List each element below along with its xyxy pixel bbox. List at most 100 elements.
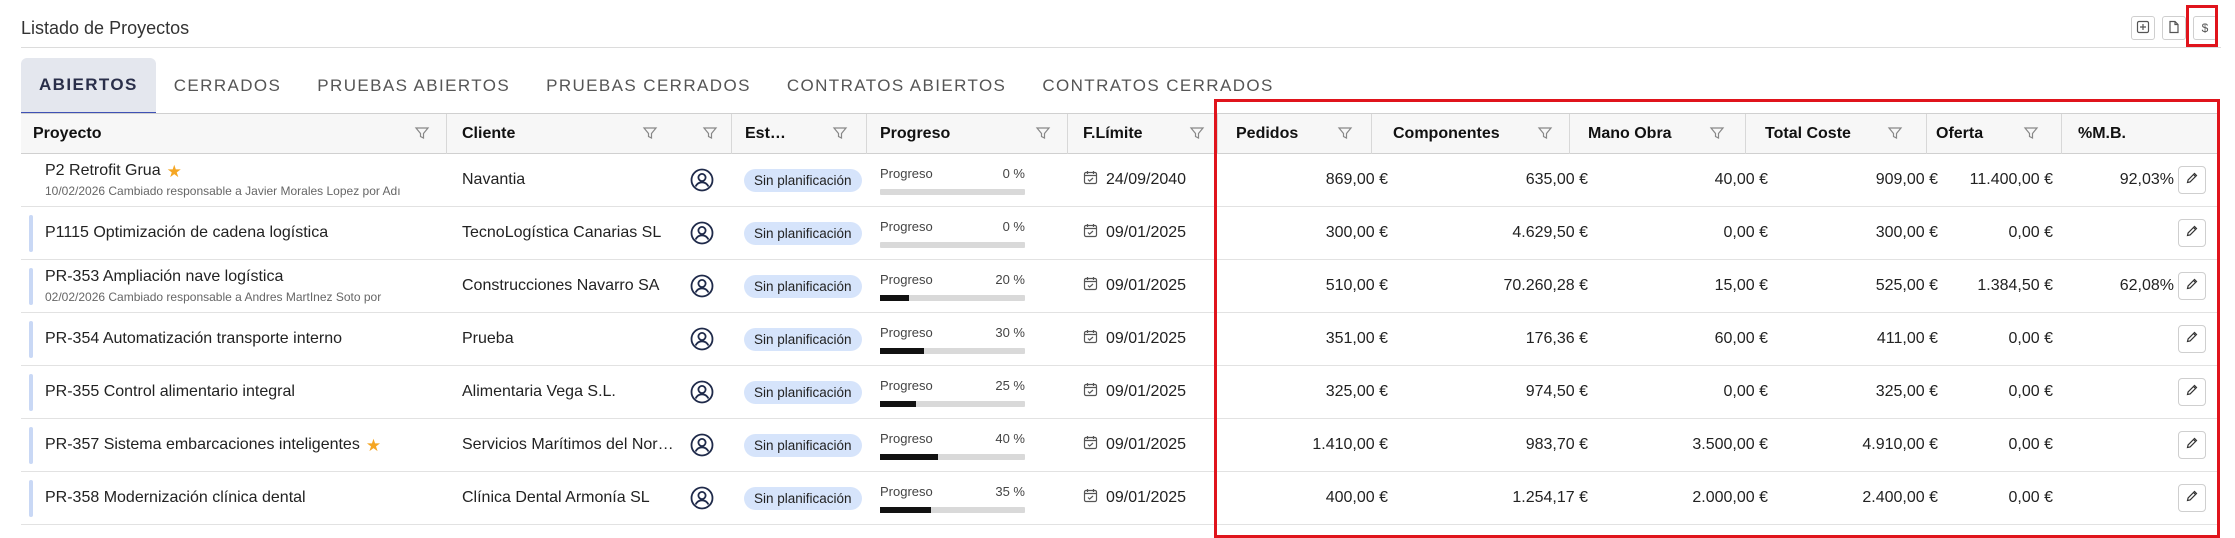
progress-fill <box>880 347 924 354</box>
col-header-oferta[interactable]: Oferta <box>1936 114 1983 153</box>
status-badge: Sin planificación <box>744 221 862 245</box>
col-header-componentes[interactable]: Componentes <box>1393 114 1500 153</box>
project-name[interactable]: PR-357 Sistema embarcaciones inteligente… <box>45 436 360 454</box>
total-coste-cell: 525,00 € <box>1875 277 1938 294</box>
status-badge: Sin planificación <box>744 168 862 192</box>
filter-cliente[interactable] <box>642 125 658 141</box>
filter-componentes[interactable] <box>1537 125 1553 141</box>
project-name[interactable]: PR-354 Automatización transporte interno <box>45 330 342 348</box>
filter-total-coste[interactable] <box>1887 125 1903 141</box>
user-icon[interactable] <box>690 154 714 206</box>
edit-button[interactable] <box>2178 325 2206 353</box>
filter-flimite[interactable] <box>1189 125 1205 141</box>
tab-contratos-cerrados[interactable]: CONTRATOS CERRADOS <box>1024 58 1291 114</box>
status-badge: Sin planificación <box>744 327 862 351</box>
col-header-cliente[interactable]: Cliente <box>462 114 515 153</box>
column-divider[interactable] <box>2061 114 2062 154</box>
column-divider[interactable] <box>866 114 867 154</box>
column-divider[interactable] <box>1067 114 1068 154</box>
table-row[interactable]: P1115 Optimización de cadena logística T… <box>21 207 2220 260</box>
user-icon[interactable] <box>690 260 714 312</box>
client-cell: Clínica Dental Armonía SL <box>462 489 650 506</box>
filter-pedidos[interactable] <box>1337 125 1353 141</box>
col-header-proyecto[interactable]: Proyecto <box>33 114 101 153</box>
edit-button[interactable] <box>2178 272 2206 300</box>
table-row[interactable]: PR-353 Ampliación nave logística 02/02/2… <box>21 260 2220 313</box>
progress-cell: Progreso 25 % <box>880 366 1025 418</box>
user-icon[interactable] <box>690 207 714 259</box>
document-button[interactable] <box>2162 16 2186 40</box>
client-cell: TecnoLogística Canarias SL <box>462 224 662 241</box>
user-icon[interactable] <box>690 313 714 365</box>
tab-pruebas-abiertos[interactable]: PRUEBAS ABIERTOS <box>299 58 528 114</box>
componentes-cell: 70.260,28 € <box>1503 277 1588 294</box>
column-divider[interactable] <box>1569 114 1570 154</box>
tab-cerrados[interactable]: CERRADOS <box>156 58 300 114</box>
col-header-flimite[interactable]: F.Límite <box>1083 114 1143 153</box>
filter-icon <box>832 127 848 145</box>
user-icon[interactable] <box>690 472 714 524</box>
edit-button[interactable] <box>2178 378 2206 406</box>
tab-contratos-abiertos[interactable]: CONTRATOS ABIERTOS <box>769 58 1025 114</box>
table-row[interactable]: PR-355 Control alimentario integral Alim… <box>21 366 2220 419</box>
col-header-pedidos[interactable]: Pedidos <box>1236 114 1298 153</box>
star-icon[interactable]: ★ <box>167 163 182 180</box>
project-cell[interactable]: PR-355 Control alimentario integral <box>45 366 295 418</box>
edit-button[interactable] <box>2178 484 2206 512</box>
col-header-mano-obra[interactable]: Mano Obra <box>1588 114 1672 153</box>
filter-mano-obra[interactable] <box>1709 125 1725 141</box>
progress-value: 35 % <box>995 483 1025 499</box>
project-cell[interactable]: PR-353 Ampliación nave logística 02/02/2… <box>45 260 445 312</box>
col-header-total-coste[interactable]: Total Coste <box>1765 114 1851 153</box>
user-icon[interactable] <box>690 419 714 471</box>
mano-obra-cell: 40,00 € <box>1714 171 1768 188</box>
col-header-progreso[interactable]: Progreso <box>880 114 950 153</box>
project-cell[interactable]: P2 Retrofit Grua ★ 10/02/2026 Cambiado r… <box>45 154 445 206</box>
column-divider[interactable] <box>1926 114 1927 154</box>
filter-progreso[interactable] <box>1035 125 1051 141</box>
project-name[interactable]: P1115 Optimización de cadena logística <box>45 224 328 242</box>
pencil-icon <box>2185 224 2199 243</box>
tab-pruebas-cerrados[interactable]: PRUEBAS CERRADOS <box>528 58 769 114</box>
table-row[interactable]: PR-358 Modernización clínica dental Clín… <box>21 472 2220 525</box>
table-row[interactable]: PR-357 Sistema embarcaciones inteligente… <box>21 419 2220 472</box>
column-divider[interactable] <box>731 114 732 154</box>
project-cell[interactable]: PR-358 Modernización clínica dental <box>45 472 306 524</box>
deadline-date: 09/01/2025 <box>1106 436 1187 453</box>
star-icon[interactable]: ★ <box>366 437 381 454</box>
user-icon[interactable] <box>690 366 714 418</box>
col-header-mb[interactable]: %M.B. <box>2078 114 2126 153</box>
progress-label: Progreso <box>880 483 933 499</box>
col-header-estado[interactable]: Est… <box>745 114 786 153</box>
project-cell[interactable]: P1115 Optimización de cadena logística <box>45 207 328 259</box>
column-divider[interactable] <box>446 114 447 154</box>
filter-estado[interactable] <box>832 125 848 141</box>
column-divider[interactable] <box>1217 114 1218 154</box>
filter-proyecto[interactable] <box>414 125 430 141</box>
project-last-change: 10/02/2026 Cambiado responsable a Javier… <box>45 184 401 198</box>
status-badge: Sin planificación <box>744 380 862 404</box>
project-name[interactable]: PR-353 Ampliación nave logística <box>45 268 283 286</box>
project-name[interactable]: P2 Retrofit Grua <box>45 162 161 180</box>
table-row[interactable]: P2 Retrofit Grua ★ 10/02/2026 Cambiado r… <box>21 154 2220 207</box>
column-divider[interactable] <box>1371 114 1372 154</box>
project-name[interactable]: PR-358 Modernización clínica dental <box>45 489 306 507</box>
tab-abiertos[interactable]: ABIERTOS <box>21 58 156 114</box>
filter-responsable[interactable] <box>702 125 718 141</box>
project-cell[interactable]: PR-354 Automatización transporte interno <box>45 313 342 365</box>
edit-button[interactable] <box>2178 431 2206 459</box>
progress-value: 30 % <box>995 324 1025 340</box>
column-divider[interactable] <box>1745 114 1746 154</box>
project-cell[interactable]: PR-357 Sistema embarcaciones inteligente… <box>45 419 381 471</box>
edit-button[interactable] <box>2178 166 2206 194</box>
edit-button[interactable] <box>2178 219 2206 247</box>
mb-cell <box>2061 313 2174 365</box>
mano-obra-cell: 15,00 € <box>1714 277 1768 294</box>
mb-cell <box>2061 419 2174 471</box>
add-button[interactable] <box>2131 16 2155 40</box>
componentes-cell: 4.629,50 € <box>1512 224 1588 241</box>
filter-oferta[interactable] <box>2023 125 2039 141</box>
project-name[interactable]: PR-355 Control alimentario integral <box>45 383 295 401</box>
mano-obra-cell: 2.000,00 € <box>1692 489 1768 506</box>
table-row[interactable]: PR-354 Automatización transporte interno… <box>21 313 2220 366</box>
